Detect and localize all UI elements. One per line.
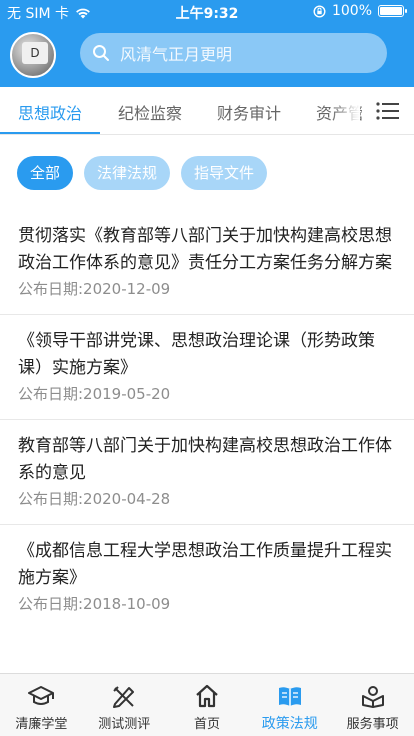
list-item[interactable]: 贯彻落实《教育部等八部门关于加快构建高校思想政治工作体系的意见》责任分工方案任务… <box>0 210 414 315</box>
filter-chips: 全部 法律法规 指导文件 <box>17 156 268 190</box>
nav-label: 测试测评 <box>98 717 151 732</box>
nav-home[interactable]: 首页 <box>166 674 249 736</box>
item-date: 公布日期:2018-10-09 <box>18 595 171 613</box>
chip-all[interactable]: 全部 <box>17 156 74 190</box>
battery-icon <box>378 5 407 17</box>
tabs-fade <box>330 87 360 134</box>
list-menu-icon <box>376 101 399 120</box>
item-title: 教育部等八部门关于加快构建高校思想政治工作体系的意见 <box>18 436 392 483</box>
item-date: 公布日期:2020-12-09 <box>18 280 171 298</box>
tab-sixiang-zhengzhi[interactable]: 思想政治 <box>18 100 82 124</box>
battery-fill <box>380 7 402 15</box>
list-item[interactable]: 《领导干部讲党课、思想政治理论课（形势政策课）实施方案》 公布日期:2019-0… <box>0 315 414 420</box>
service-icon <box>361 686 384 708</box>
pencil-ruler-icon <box>113 686 135 708</box>
avatar-image: D <box>22 42 48 64</box>
policy-list: 贯彻落实《教育部等八部门关于加快构建高校思想政治工作体系的意见》责任分工方案任务… <box>0 210 414 629</box>
item-title: 贯彻落实《教育部等八部门关于加快构建高校思想政治工作体系的意见》责任分工方案任务… <box>18 226 392 273</box>
list-item[interactable]: 《成都信息工程大学思想政治工作质量提升工程实施方案》 公布日期:2018-10-… <box>0 525 414 629</box>
category-menu-button[interactable] <box>362 87 414 134</box>
nav-label: 清廉学堂 <box>15 717 68 732</box>
status-bar: 无 SIM 卡 上午9:32 100% <box>0 0 414 24</box>
bottom-nav: 清廉学堂 测试测评 首页 政策法规 服务事项 <box>0 673 414 736</box>
graduation-cap-icon <box>28 686 55 705</box>
orientation-lock-icon <box>313 4 326 18</box>
nav-fuwu-shixiang[interactable]: 服务事项 <box>331 674 414 736</box>
chip-guidance[interactable]: 指导文件 <box>181 156 268 190</box>
avatar[interactable]: D <box>10 32 56 78</box>
nav-label: 服务事项 <box>346 717 399 732</box>
item-date: 公布日期:2020-04-28 <box>18 490 171 508</box>
search-bar[interactable]: 风清气正月更明 <box>80 33 387 73</box>
category-tabs: 思想政治 纪检监察 财务审计 资产管 <box>0 87 414 135</box>
battery-percent: 100% <box>331 3 372 19</box>
app-screen: 无 SIM 卡 上午9:32 100% D 风清气正月更明 思想政治 纪检监察 … <box>0 0 414 736</box>
tab-caiwu-shenji[interactable]: 财务审计 <box>217 100 281 124</box>
item-title: 《成都信息工程大学思想政治工作质量提升工程实施方案》 <box>18 541 392 588</box>
nav-zhengce-fagui[interactable]: 政策法规 <box>248 674 331 736</box>
header: 无 SIM 卡 上午9:32 100% D 风清气正月更明 <box>0 0 414 87</box>
book-icon <box>278 687 301 706</box>
nav-label: 政策法规 <box>261 716 318 732</box>
nav-qinglian-xuetang[interactable]: 清廉学堂 <box>0 674 83 736</box>
list-item[interactable]: 教育部等八部门关于加快构建高校思想政治工作体系的意见 公布日期:2020-04-… <box>0 420 414 525</box>
item-date: 公布日期:2019-05-20 <box>18 385 171 403</box>
chip-laws[interactable]: 法律法规 <box>84 156 171 190</box>
active-tab-indicator <box>0 132 100 134</box>
search-icon <box>93 45 109 61</box>
tab-jijian-jiancha[interactable]: 纪检监察 <box>118 100 182 124</box>
nav-ceshi-ceping[interactable]: 测试测评 <box>83 674 166 736</box>
home-icon <box>196 684 218 708</box>
status-right: 100% <box>313 3 407 19</box>
nav-label: 首页 <box>193 717 220 732</box>
item-title: 《领导干部讲党课、思想政治理论课（形势政策课）实施方案》 <box>18 331 375 378</box>
search-placeholder: 风清气正月更明 <box>120 45 233 64</box>
